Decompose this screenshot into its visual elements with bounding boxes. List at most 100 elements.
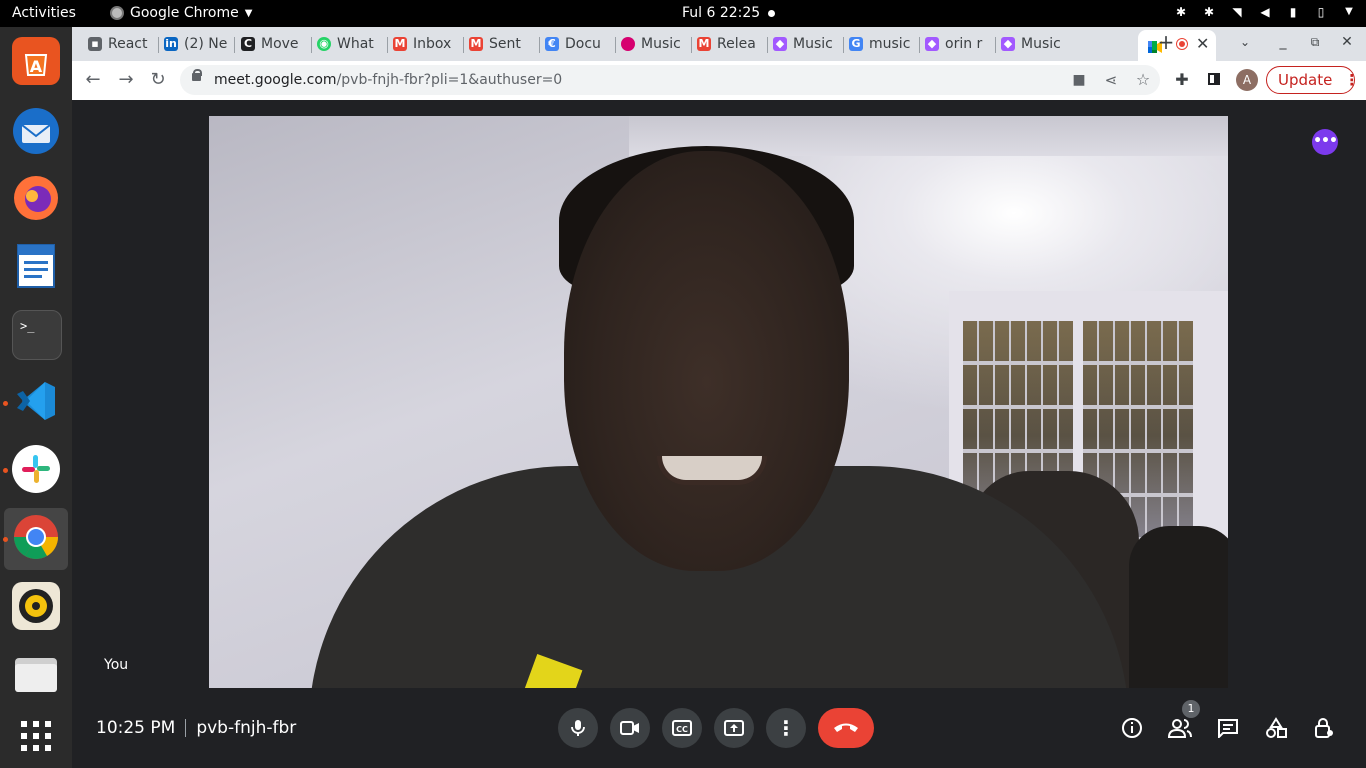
people-button[interactable] (1166, 714, 1194, 742)
running-indicator (3, 537, 8, 542)
browser-tab[interactable]: ▪ React (88, 31, 152, 57)
more-vert-icon: ⋮ (776, 716, 796, 740)
wifi-icon: ◥ (1232, 5, 1242, 19)
side-panel-icon[interactable] (1203, 69, 1225, 91)
chrome-icon[interactable] (12, 513, 60, 561)
browser-tab[interactable]: M Relea (697, 31, 761, 57)
libreoffice-writer-icon[interactable] (12, 242, 60, 290)
slack-icon[interactable] (12, 445, 60, 493)
video-camera-icon (620, 721, 639, 735)
figma-icon: ◆ (925, 37, 939, 51)
close-tab-icon[interactable]: ✕ (1196, 34, 1209, 53)
browser-tab[interactable]: M Inbox (393, 31, 457, 57)
present-screen-icon (724, 720, 744, 736)
captions-button[interactable]: CC (662, 708, 702, 748)
chat-button[interactable] (1214, 714, 1242, 742)
browser-tab[interactable]: in (2) Ne (164, 31, 228, 57)
tab-label: Docu (565, 36, 601, 52)
activities-button[interactable]: Activities (12, 5, 76, 21)
browser-tab[interactable]: ◉ What (317, 31, 381, 57)
slack-tray-icon[interactable]: ✱ (1174, 5, 1188, 19)
google-icon: G (849, 37, 863, 51)
app-menu[interactable]: Google Chrome ▼ (110, 5, 252, 21)
show-applications-icon[interactable] (12, 712, 60, 760)
system-tray[interactable]: ✱ ✱ ◥ ◀ ▮ ▯ ▼ (1174, 5, 1356, 19)
volume-icon: ◀ (1260, 5, 1270, 19)
c-icon: C (241, 37, 255, 51)
tab-label: Music (793, 36, 833, 52)
address-bar[interactable]: meet.google.com/pvb-fnjh-fbr?pli=1&authu… (180, 65, 1160, 95)
browser-tab[interactable]: Gmusic (849, 31, 913, 57)
self-video-feed[interactable] (209, 116, 1228, 688)
extensions-icon[interactable]: ✚ (1171, 69, 1193, 91)
update-label: Update (1278, 71, 1333, 89)
tab-label: Relea (717, 36, 756, 52)
host-controls-button[interactable] (1310, 714, 1338, 742)
files-icon[interactable] (12, 650, 60, 698)
tab-search-icon[interactable]: ⌄ (1234, 31, 1256, 53)
leave-call-button[interactable] (818, 708, 874, 748)
update-button[interactable]: Update ⋮ (1266, 66, 1359, 94)
clock[interactable]: Ful 6 22:25 (682, 5, 760, 21)
running-indicator (3, 468, 8, 473)
app-menu-label: Google Chrome (130, 5, 239, 21)
reload-icon[interactable]: ↻ (147, 69, 169, 91)
rhythmbox-icon[interactable] (12, 582, 60, 630)
tab-google-meet-active[interactable]: ✕ (1138, 30, 1216, 61)
tab-separator (539, 37, 540, 53)
bookmark-star-icon[interactable]: ☆ (1132, 69, 1154, 91)
new-tab-icon[interactable]: + (1155, 31, 1177, 53)
browser-tab[interactable]: ◆ orin r (925, 31, 989, 57)
slack-tray-icon-2[interactable]: ✱ (1202, 5, 1216, 19)
system-top-bar: Activities Google Chrome ▼ Ful 6 22:25 ✱… (0, 0, 1366, 27)
browser-tab[interactable]: C Move (241, 31, 305, 57)
camera-button[interactable] (610, 708, 650, 748)
restore-icon[interactable]: ⧉ (1304, 31, 1326, 53)
browser-tab[interactable]: € Docu (545, 31, 609, 57)
hang-up-icon (834, 723, 858, 732)
share-icon[interactable]: ⋖ (1100, 69, 1122, 91)
tab-strip: ▪ React in (2) Ne C Move ◉ What M Inbox M Sent € Docu… (72, 27, 1366, 61)
self-tile-label: You (104, 657, 129, 673)
tab-separator (387, 37, 388, 53)
tab-separator (843, 37, 844, 53)
e-icon: € (545, 37, 559, 51)
chrome-small-icon (110, 6, 124, 20)
video-subject-head (564, 151, 849, 571)
thunderbird-icon[interactable] (12, 107, 60, 155)
tab-label: React (108, 36, 148, 52)
back-icon[interactable]: ← (82, 69, 104, 91)
gmail-icon: M (469, 37, 483, 51)
tab-label: Sent (489, 36, 521, 52)
meeting-details-button[interactable] (1118, 714, 1146, 742)
profile-avatar[interactable]: A (1236, 69, 1258, 91)
more-options-button[interactable]: ⋮ (766, 708, 806, 748)
kebab-menu-icon: ⋮ (1344, 71, 1360, 89)
vscode-icon[interactable] (12, 377, 60, 425)
microphone-button[interactable] (558, 708, 598, 748)
power-menu-icon[interactable]: ▼ (1342, 5, 1356, 19)
ubuntu-software-icon[interactable]: A (12, 37, 60, 85)
svg-text:CC: CC (676, 725, 688, 734)
activities-button-meet[interactable] (1262, 714, 1290, 742)
tab-separator (615, 37, 616, 53)
figma-icon: ◆ (1001, 37, 1015, 51)
running-indicator (3, 401, 8, 406)
present-screen-button[interactable] (714, 708, 754, 748)
tab-separator (919, 37, 920, 53)
camera-in-use-icon[interactable]: ■ (1068, 69, 1090, 91)
browser-tab[interactable]: ◆ Music (1001, 31, 1065, 57)
browser-tab[interactable]: ◆ Music (773, 31, 837, 57)
minimize-icon[interactable]: _ (1272, 31, 1294, 53)
whatsapp-icon: ◉ (317, 37, 331, 51)
browser-tab[interactable]: M Sent (469, 31, 533, 57)
url-text: meet.google.com/pvb-fnjh-fbr?pli=1&authu… (214, 72, 562, 88)
tab-label: music (869, 36, 911, 52)
chat-icon (1218, 719, 1238, 738)
close-window-icon[interactable]: ✕ (1336, 31, 1358, 53)
browser-tab[interactable]: Music (621, 31, 685, 57)
tile-more-options-icon[interactable]: ••• (1312, 129, 1338, 155)
firefox-icon[interactable] (12, 174, 60, 222)
terminal-icon[interactable]: >_ (12, 310, 62, 360)
forward-icon[interactable]: → (115, 69, 137, 91)
